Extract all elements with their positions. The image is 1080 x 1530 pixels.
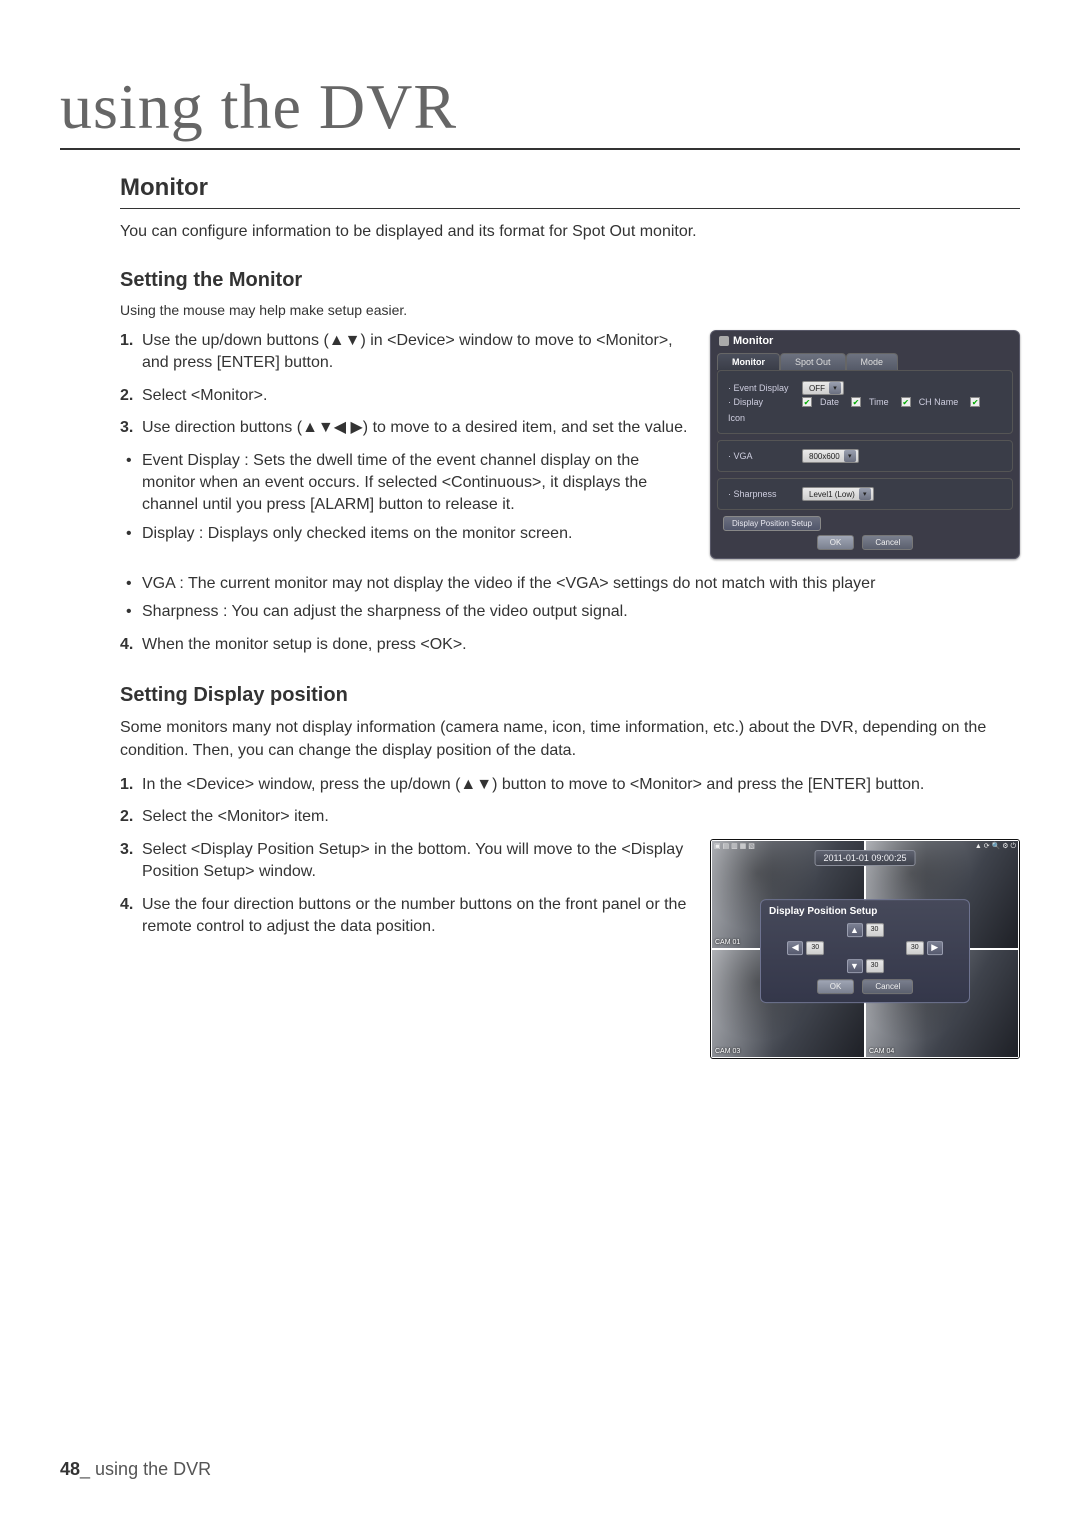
spinner-right[interactable]: 30 ▶ [906, 941, 943, 955]
tab-mode[interactable]: Mode [846, 353, 899, 370]
dp-step-1: 1.In the <Device> window, press the up/d… [120, 774, 1020, 796]
spinner-bottom-value: 30 [866, 959, 884, 973]
chevron-down-icon: ▾ [859, 488, 871, 500]
cam-label-1: CAM 01 [715, 939, 740, 946]
checkbox-date-label: Date [820, 397, 839, 407]
label-vga: VGA [728, 451, 796, 461]
note-mouse: Using the mouse may help make setup easi… [120, 302, 1020, 318]
toolbar-left-icons: ▣ ▤ ▥ ▦ ▧ [714, 842, 755, 851]
checkbox-icon[interactable]: ✔ [970, 397, 980, 407]
checkbox-icon-label: Icon [728, 413, 745, 423]
spinner-right-value: 30 [906, 941, 924, 955]
dialog-title: Display Position Setup [769, 906, 961, 917]
chevron-down-icon: ▾ [844, 450, 856, 462]
dialog-display-position-setup: Display Position Setup ▲ 30 ◀ 30 [760, 899, 970, 1003]
step-1-text: Use the up/down buttons (▲▼) in <Device>… [142, 332, 673, 371]
arrow-up-icon: ▲ [847, 923, 863, 937]
page-number: 48 [60, 1459, 80, 1479]
dp-step-4-text: Use the four direction buttons or the nu… [142, 896, 686, 935]
step-2-text: Select <Monitor>. [142, 387, 267, 404]
dropdown-vga[interactable]: 800x600 ▾ [802, 449, 859, 463]
dp-step-2: 2.Select the <Monitor> item. [120, 806, 1020, 828]
dp-step-4: 4.Use the four direction buttons or the … [120, 894, 690, 939]
page-header: using the DVR [60, 70, 1020, 150]
spinner-left-value: 30 [806, 941, 824, 955]
dp-step-3-text: Select <Display Position Setup> in the b… [142, 841, 683, 880]
ok-button[interactable]: OK [817, 979, 855, 994]
ok-button[interactable]: OK [817, 535, 855, 550]
tab-monitor[interactable]: Monitor [717, 353, 780, 370]
checkbox-chname[interactable]: ✔ [901, 397, 911, 407]
spinner-top[interactable]: ▲ 30 [847, 923, 884, 937]
cam-label-3: CAM 03 [715, 1048, 740, 1055]
footer-label: using the DVR [95, 1459, 211, 1479]
step-3: 3.Use direction buttons (▲▼◀ ▶) to move … [120, 417, 690, 439]
step-3-text: Use direction buttons (▲▼◀ ▶) to move to… [142, 419, 687, 436]
label-sharpness: Sharpness [728, 489, 796, 499]
arrow-right-icon: ▶ [927, 941, 943, 955]
dropdown-sharpness-value: Level1 (Low) [809, 490, 855, 499]
step-4-text: When the monitor setup is done, press <O… [142, 636, 467, 653]
figure-monitor-window: Monitor Monitor Spot Out Mode Event Disp… [710, 330, 1020, 559]
spinner-top-value: 30 [866, 923, 884, 937]
subhead-setting-monitor: Setting the Monitor [120, 269, 1020, 292]
bullet-vga: VGA : The current monitor may not displa… [120, 573, 1020, 595]
checkbox-date[interactable]: ✔ [802, 397, 812, 407]
cancel-button[interactable]: Cancel [862, 535, 913, 550]
bullet-event-display: Event Display : Sets the dwell time of t… [120, 450, 690, 517]
close-icon[interactable] [719, 336, 729, 346]
tab-spot-out[interactable]: Spot Out [780, 353, 846, 370]
toolbar-right-icons: ▲ ⟳ 🔍 ⚙ ⏻ [975, 842, 1016, 851]
dp-step-2-text: Select the <Monitor> item. [142, 808, 329, 825]
label-event-display: Event Display [728, 383, 796, 393]
dp-step-3: 3.Select <Display Position Setup> in the… [120, 839, 690, 884]
step-2: 2.Select <Monitor>. [120, 385, 690, 407]
checkbox-time-label: Time [869, 397, 889, 407]
bullet-display: Display : Displays only checked items on… [120, 523, 690, 545]
cam-label-4: CAM 04 [869, 1048, 894, 1055]
section-intro: You can configure information to be disp… [120, 223, 1020, 241]
checkbox-chname-label: CH Name [919, 397, 959, 407]
display-position-setup-button[interactable]: Display Position Setup [723, 516, 821, 531]
page-footer: 48_ using the DVR [60, 1459, 211, 1480]
checkbox-time[interactable]: ✔ [851, 397, 861, 407]
window-title: Monitor [733, 335, 773, 347]
figure-display-position-setup: CAM 01 CAM 03 CAM 04 ▣ ▤ ▥ ▦ ▧ ▲ ⟳ 🔍 ⚙ ⏻… [710, 839, 1020, 1059]
spinner-left[interactable]: ◀ 30 [787, 941, 824, 955]
arrow-left-icon: ◀ [787, 941, 803, 955]
dropdown-event-display[interactable]: OFF ▾ [802, 381, 844, 395]
dropdown-event-display-value: OFF [809, 384, 825, 393]
section-title-monitor: Monitor [120, 174, 1020, 209]
datetime-label: 2011-01-01 09:00:25 [815, 850, 916, 866]
step-4: 4.When the monitor setup is done, press … [120, 634, 1020, 656]
bullet-sharpness: Sharpness : You can adjust the sharpness… [120, 601, 1020, 623]
chevron-down-icon: ▾ [829, 382, 841, 394]
dropdown-sharpness[interactable]: Level1 (Low) ▾ [802, 487, 874, 501]
cancel-button[interactable]: Cancel [862, 979, 913, 994]
arrow-down-icon: ▼ [847, 959, 863, 973]
subhead-setting-display-position: Setting Display position [120, 684, 1020, 707]
dp-step-1-text: In the <Device> window, press the up/dow… [142, 776, 924, 793]
display-position-intro: Some monitors many not display informati… [120, 717, 1020, 762]
dropdown-vga-value: 800x600 [809, 452, 840, 461]
spinner-bottom[interactable]: ▼ 30 [847, 959, 884, 973]
label-display: Display [728, 397, 796, 407]
step-1: 1.Use the up/down buttons (▲▼) in <Devic… [120, 330, 690, 375]
